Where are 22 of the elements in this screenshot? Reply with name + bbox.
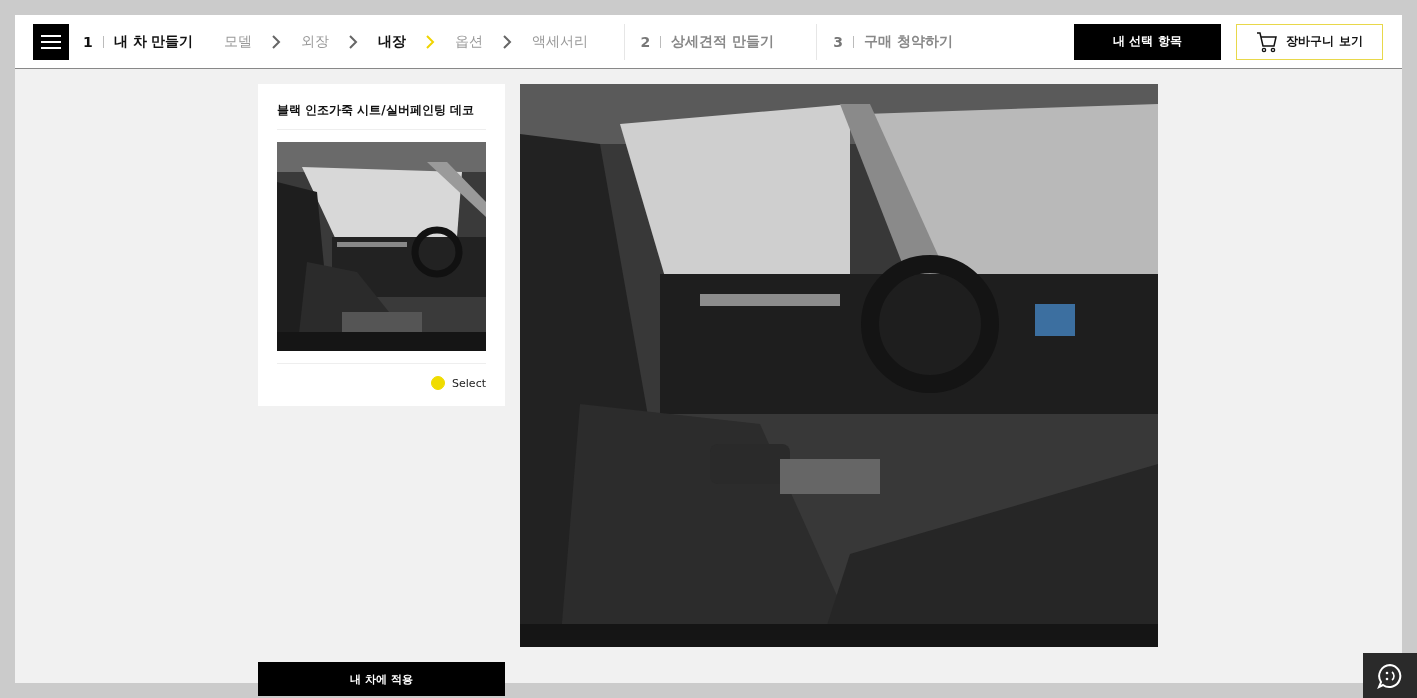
select-label: Select xyxy=(452,376,486,390)
apply-button[interactable]: 내 차에 적용 xyxy=(258,662,505,696)
chevron-icon xyxy=(502,34,512,49)
step-tab[interactable]: 구매 청약하기 xyxy=(863,32,953,51)
step-number: 1 xyxy=(83,33,93,50)
option-title: 블랙 인조가죽 시트/실버페인팅 데코 xyxy=(277,102,486,130)
chevron-icon xyxy=(348,34,358,49)
my-selection-button[interactable]: 내 선택 항목 xyxy=(1074,23,1221,60)
chat-button[interactable] xyxy=(1363,653,1417,698)
step-tab[interactable]: 내장 xyxy=(377,32,406,51)
menu-icon xyxy=(41,33,61,50)
cart-button[interactable]: 장바구니 보기 xyxy=(1236,23,1383,60)
step-tab[interactable]: 내 차 만들기 xyxy=(113,32,194,51)
chat-icon xyxy=(1377,662,1403,689)
step-number: 2 xyxy=(640,33,651,50)
select-radio[interactable]: Select xyxy=(431,376,486,390)
menu-button[interactable] xyxy=(33,23,69,60)
chevron-icon xyxy=(271,34,281,49)
step-number: 3 xyxy=(833,33,843,50)
chevron-icon xyxy=(425,34,435,49)
step-tab[interactable]: 상세견적 만들기 xyxy=(671,32,775,51)
cart-icon xyxy=(1256,30,1279,53)
